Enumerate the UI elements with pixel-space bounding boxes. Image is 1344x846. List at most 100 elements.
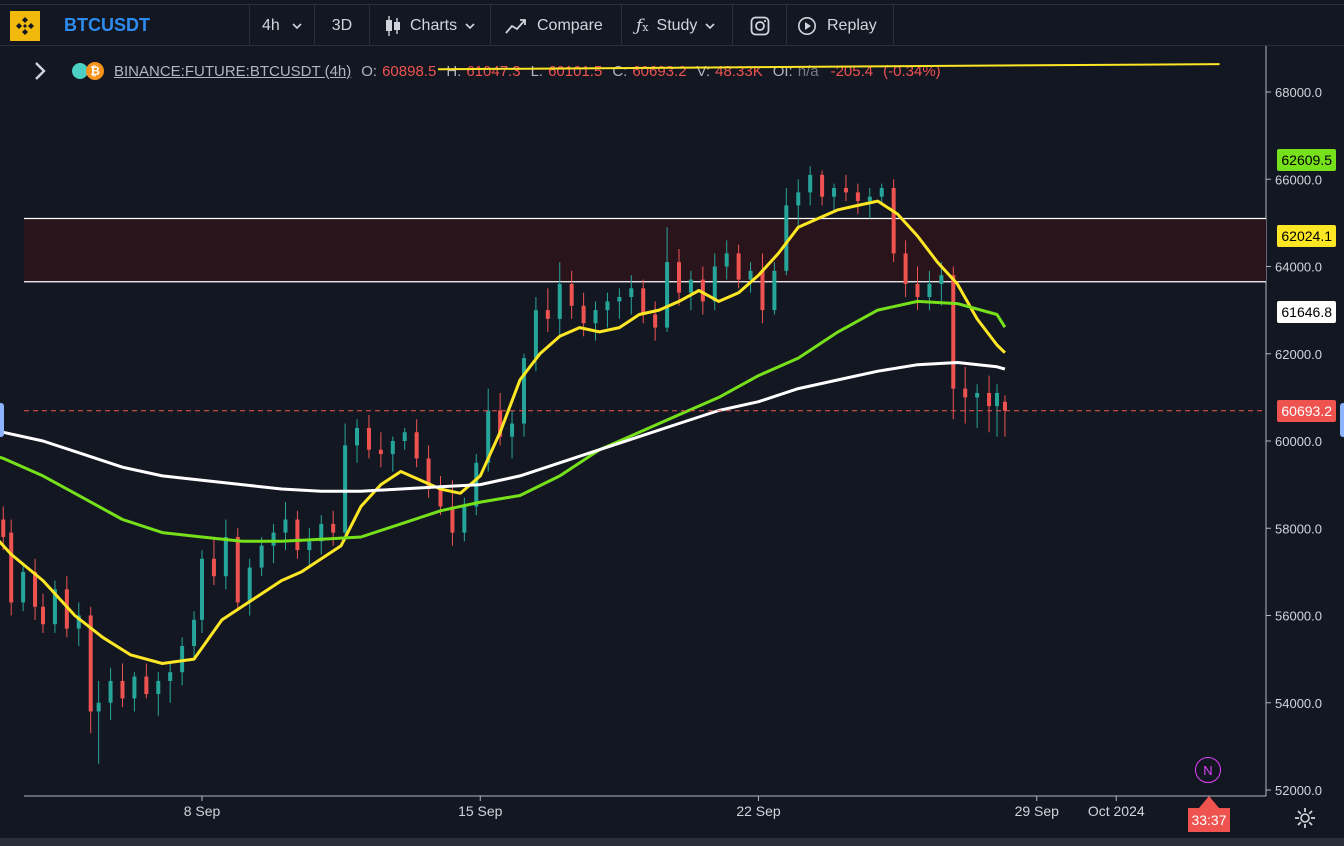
candle-body: [832, 187, 837, 197]
candle-body: [784, 205, 789, 271]
candle-body: [235, 536, 240, 603]
price-chart[interactable]: 52000.0 54000.0 56000.0 58000.0 60000.0 62000…: [0, 46, 1344, 846]
candle-body: [355, 427, 360, 446]
3d-button[interactable]: 3D: [315, 5, 370, 46]
screenshot-button[interactable]: [733, 5, 787, 46]
charts-label: Charts: [410, 16, 458, 34]
symbol-label[interactable]: BTCUSDT: [64, 5, 150, 46]
chevron-down-icon: [705, 22, 716, 29]
y-tick-label: 52000.0: [1275, 783, 1322, 798]
caret-up-icon: [1199, 796, 1219, 808]
candle-body: [724, 253, 729, 267]
candles-icon: [386, 15, 400, 36]
candle-body: [995, 393, 999, 407]
interval-dropdown[interactable]: 4h: [249, 5, 315, 46]
left-edge-handle[interactable]: [0, 403, 4, 437]
candle-body: [271, 532, 276, 546]
bottom-scrollbar[interactable]: [0, 838, 1344, 846]
candle-body: [510, 423, 515, 437]
candle-body: [891, 187, 896, 254]
candle-body: [975, 393, 980, 398]
candle-body: [366, 427, 371, 450]
candle-body: [168, 672, 173, 681]
candle-body: [545, 310, 550, 319]
candle-body: [629, 288, 634, 298]
candle-body: [581, 305, 586, 324]
x-tick-label: 8 Sep: [184, 803, 221, 819]
candle-body: [879, 187, 884, 197]
candle-body: [617, 297, 622, 302]
x-tick-label: 22 Sep: [736, 803, 781, 819]
top-toolbar: BTCUSDT 4h 3D Charts Compare ƒx Study Re…: [0, 4, 1344, 46]
compare-icon: [505, 18, 526, 34]
candle-body: [641, 288, 646, 315]
candle-body: [211, 558, 216, 577]
candle-body: [593, 310, 598, 324]
candle-body: [653, 314, 658, 328]
candle-body: [223, 536, 228, 577]
compare-label: Compare: [537, 16, 603, 34]
y-tick-label: 58000.0: [1275, 521, 1322, 536]
3d-label: 3D: [331, 16, 353, 34]
candle-body: [736, 253, 741, 280]
y-tick-label: 54000.0: [1275, 696, 1322, 711]
candle-body: [462, 506, 467, 533]
bar-countdown: 33:37: [1188, 808, 1230, 832]
chevron-down-icon: [465, 22, 475, 29]
news-marker[interactable]: N: [1195, 757, 1221, 783]
x-tick-label: 29 Sep: [1015, 803, 1060, 819]
candle-body: [521, 358, 526, 424]
white-ma-price-label: 61646.8: [1277, 301, 1336, 323]
candle-body: [748, 270, 753, 280]
candle-body: [450, 506, 455, 533]
last-price-label: 60693.2: [1277, 400, 1336, 422]
candle-body: [533, 310, 538, 359]
candle-body: [569, 283, 574, 306]
ma_mid-line: [0, 299, 1007, 543]
candle-body: [331, 523, 336, 533]
candle-body: [855, 192, 860, 202]
candle-body: [796, 192, 801, 206]
candle-body: [343, 445, 348, 533]
candle-body: [688, 279, 693, 293]
candle-body: [390, 441, 395, 455]
price-zone-fill: [24, 218, 1266, 282]
candle-body: [772, 270, 777, 311]
right-edge-handle[interactable]: [1340, 403, 1344, 437]
candle-body: [987, 393, 992, 407]
study-label: Study: [656, 16, 698, 34]
trend-line: [437, 63, 1220, 71]
candle-body: [378, 449, 383, 455]
candle-body: [867, 196, 872, 202]
compare-button[interactable]: Compare: [491, 5, 622, 46]
candle-body: [21, 571, 26, 603]
candle-body: [120, 680, 125, 699]
study-dropdown[interactable]: ƒx Study: [622, 5, 733, 46]
candle-body: [712, 266, 717, 302]
replay-label: Replay: [827, 16, 877, 34]
candle-body: [939, 275, 944, 284]
y-tick-label: 68000.0: [1275, 85, 1322, 100]
candle-body: [108, 680, 113, 703]
candle-body: [41, 606, 45, 625]
y-tick-label: 56000.0: [1275, 609, 1322, 624]
chevron-down-icon: [292, 22, 302, 29]
candle-body: [247, 567, 252, 603]
charts-dropdown[interactable]: Charts: [370, 5, 491, 46]
settings-gear-icon[interactable]: [1294, 807, 1316, 829]
candle-body: [414, 432, 419, 459]
candle-body: [283, 519, 288, 533]
binance-logo-icon[interactable]: [10, 11, 40, 41]
candle-body: [259, 545, 264, 568]
candle-body: [951, 275, 956, 389]
candle-body: [1, 519, 6, 537]
candle-body: [677, 262, 681, 293]
y-tick-label: 66000.0: [1275, 172, 1322, 187]
candle-body: [903, 253, 908, 284]
replay-button[interactable]: Replay: [787, 5, 894, 46]
candle-body: [808, 174, 813, 193]
interval-label: 4h: [262, 16, 280, 34]
candle-body: [605, 301, 610, 311]
candle-body: [915, 283, 920, 298]
candle-body: [307, 541, 312, 551]
